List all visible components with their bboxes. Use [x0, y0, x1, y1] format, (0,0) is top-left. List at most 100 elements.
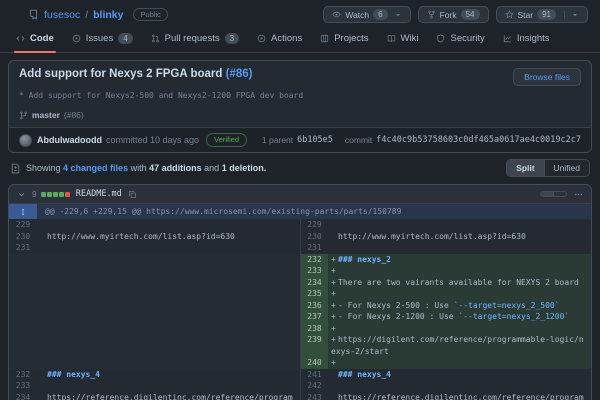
source-view-icon[interactable]	[541, 192, 553, 196]
committed-text: committed 10 days ago	[106, 135, 199, 145]
star-icon	[505, 10, 514, 19]
tab-issues[interactable]: Issues4	[64, 28, 141, 52]
line-number[interactable]: 241	[300, 369, 328, 381]
code-token: ### nexys_4	[338, 370, 391, 379]
star-label: Star	[518, 10, 534, 20]
tab-pull-requests[interactable]: Pull requests3	[143, 28, 247, 52]
line-number[interactable]: 234	[300, 277, 328, 289]
code-line: +There are two vairants available for NE…	[328, 277, 591, 289]
caret-down-icon[interactable]	[394, 11, 402, 19]
browse-files-button[interactable]: Browse files	[513, 68, 581, 86]
line-number[interactable]: 232	[300, 254, 328, 266]
unified-view-button[interactable]: Unified	[544, 160, 589, 176]
line-number[interactable]: 235	[300, 288, 328, 300]
diff-marker	[40, 369, 47, 381]
line-number[interactable]: 233	[9, 380, 37, 392]
line-number[interactable]: 230	[9, 231, 37, 243]
empty-gutter	[9, 323, 37, 335]
tab-security[interactable]: Security	[428, 28, 492, 52]
tab-code[interactable]: Code	[8, 28, 62, 52]
breadcrumb-separator: /	[85, 9, 88, 21]
expand-icon[interactable]	[9, 204, 37, 219]
diff-marker: +	[331, 300, 338, 312]
changed-files-link[interactable]: 4 changed files	[63, 163, 128, 173]
code-token: https://reference.digilentinc.com/refere…	[40, 393, 293, 400]
empty-gutter	[9, 265, 37, 277]
line-number[interactable]: 239	[300, 334, 328, 357]
watch-label: Watch	[345, 10, 369, 20]
file-name[interactable]: README.md	[76, 189, 122, 199]
empty-gutter	[9, 254, 37, 266]
kebab-icon[interactable]	[574, 190, 583, 199]
code-line	[328, 219, 591, 231]
tab-insights[interactable]: Insights	[495, 28, 558, 52]
split-diff-table: 229 229 230 http://www.myirtech.com/list…	[9, 219, 591, 400]
tab-actions-label: Actions	[271, 33, 302, 44]
tab-pull-requests-label: Pull requests	[165, 33, 220, 44]
code-line: +- For Nexys 2-1200 : Use `--target=nexy…	[328, 311, 591, 323]
diff-marker	[40, 242, 47, 254]
watch-count: 6	[373, 9, 387, 20]
file-header: 9 README.md	[9, 185, 591, 204]
diff-row: 233 242	[9, 380, 591, 392]
author-name[interactable]: Abdulwadoodd	[37, 135, 102, 145]
file-diff-box: 9 README.md @@ -229,6 +229,15 @@ https:/…	[8, 184, 592, 400]
tab-projects[interactable]: Projects	[312, 28, 376, 52]
hunk-range: @@ -229,6 +229,15 @@	[45, 207, 141, 216]
line-number[interactable]: 236	[300, 300, 328, 312]
repo-owner-link[interactable]: fusesoc	[44, 9, 80, 21]
author-avatar[interactable]	[19, 134, 32, 147]
parent-sha-link[interactable]: 6b105e5	[297, 135, 333, 145]
line-number[interactable]: 231	[9, 242, 37, 254]
code-line	[328, 380, 591, 392]
diff-row: 239+https://digilent.com/reference/progr…	[9, 334, 591, 357]
empty-code-cell	[37, 277, 300, 289]
line-number[interactable]: 229	[9, 219, 37, 231]
branch-ref: (#86)	[64, 110, 84, 120]
empty-code-cell	[37, 254, 300, 266]
with-text: with	[131, 163, 147, 173]
diff-row: 235+	[9, 288, 591, 300]
line-number[interactable]: 231	[300, 242, 328, 254]
code-token: `--target=nexys_2_500`	[454, 301, 560, 310]
code-line	[37, 380, 300, 392]
tab-wiki[interactable]: Wiki	[379, 28, 427, 52]
caret-down-icon[interactable]	[564, 11, 579, 19]
line-number[interactable]: 230	[300, 231, 328, 243]
line-number[interactable]: 234	[9, 392, 37, 400]
commit-pr-link[interactable]: (#86)	[226, 68, 253, 80]
code-line: http://www.myirtech.com/list.asp?id=630	[328, 231, 591, 243]
rich-view-icon[interactable]	[553, 192, 566, 196]
line-number[interactable]: 243	[300, 392, 328, 400]
diff-row: 238+	[9, 323, 591, 335]
chevron-down-icon[interactable]	[17, 190, 26, 199]
empty-gutter	[9, 357, 37, 369]
fork-icon	[427, 10, 436, 19]
verified-badge[interactable]: Verified	[206, 133, 247, 147]
line-number[interactable]: 238	[300, 323, 328, 335]
code-token: https://digilent.com/reference/programma…	[331, 335, 584, 356]
split-view-button[interactable]: Split	[507, 160, 543, 176]
diffstat[interactable]: 9	[32, 189, 70, 199]
diff-marker: +	[331, 323, 338, 335]
repo-name-link[interactable]: blinky	[93, 9, 123, 21]
line-number[interactable]: 232	[9, 369, 37, 381]
code-token: ### nexys_2	[338, 255, 391, 264]
star-button[interactable]: Star91	[496, 6, 589, 23]
line-number[interactable]: 229	[300, 219, 328, 231]
tab-actions[interactable]: Actions	[249, 28, 310, 52]
line-number[interactable]: 237	[300, 311, 328, 323]
line-number[interactable]: 240	[300, 357, 328, 369]
diff-row: 240+	[9, 357, 591, 369]
diff-marker: +	[331, 277, 338, 289]
diff-marker: +	[331, 265, 338, 277]
file-view-toggle	[540, 191, 567, 197]
branch-name[interactable]: master	[32, 110, 60, 120]
watch-button[interactable]: Watch 6	[323, 6, 410, 23]
empty-code-cell	[37, 311, 300, 323]
copy-icon[interactable]	[128, 190, 137, 199]
fork-button[interactable]: Fork54	[418, 6, 489, 23]
line-number[interactable]: 242	[300, 380, 328, 392]
line-number[interactable]: 233	[300, 265, 328, 277]
wiki-icon	[387, 34, 396, 43]
